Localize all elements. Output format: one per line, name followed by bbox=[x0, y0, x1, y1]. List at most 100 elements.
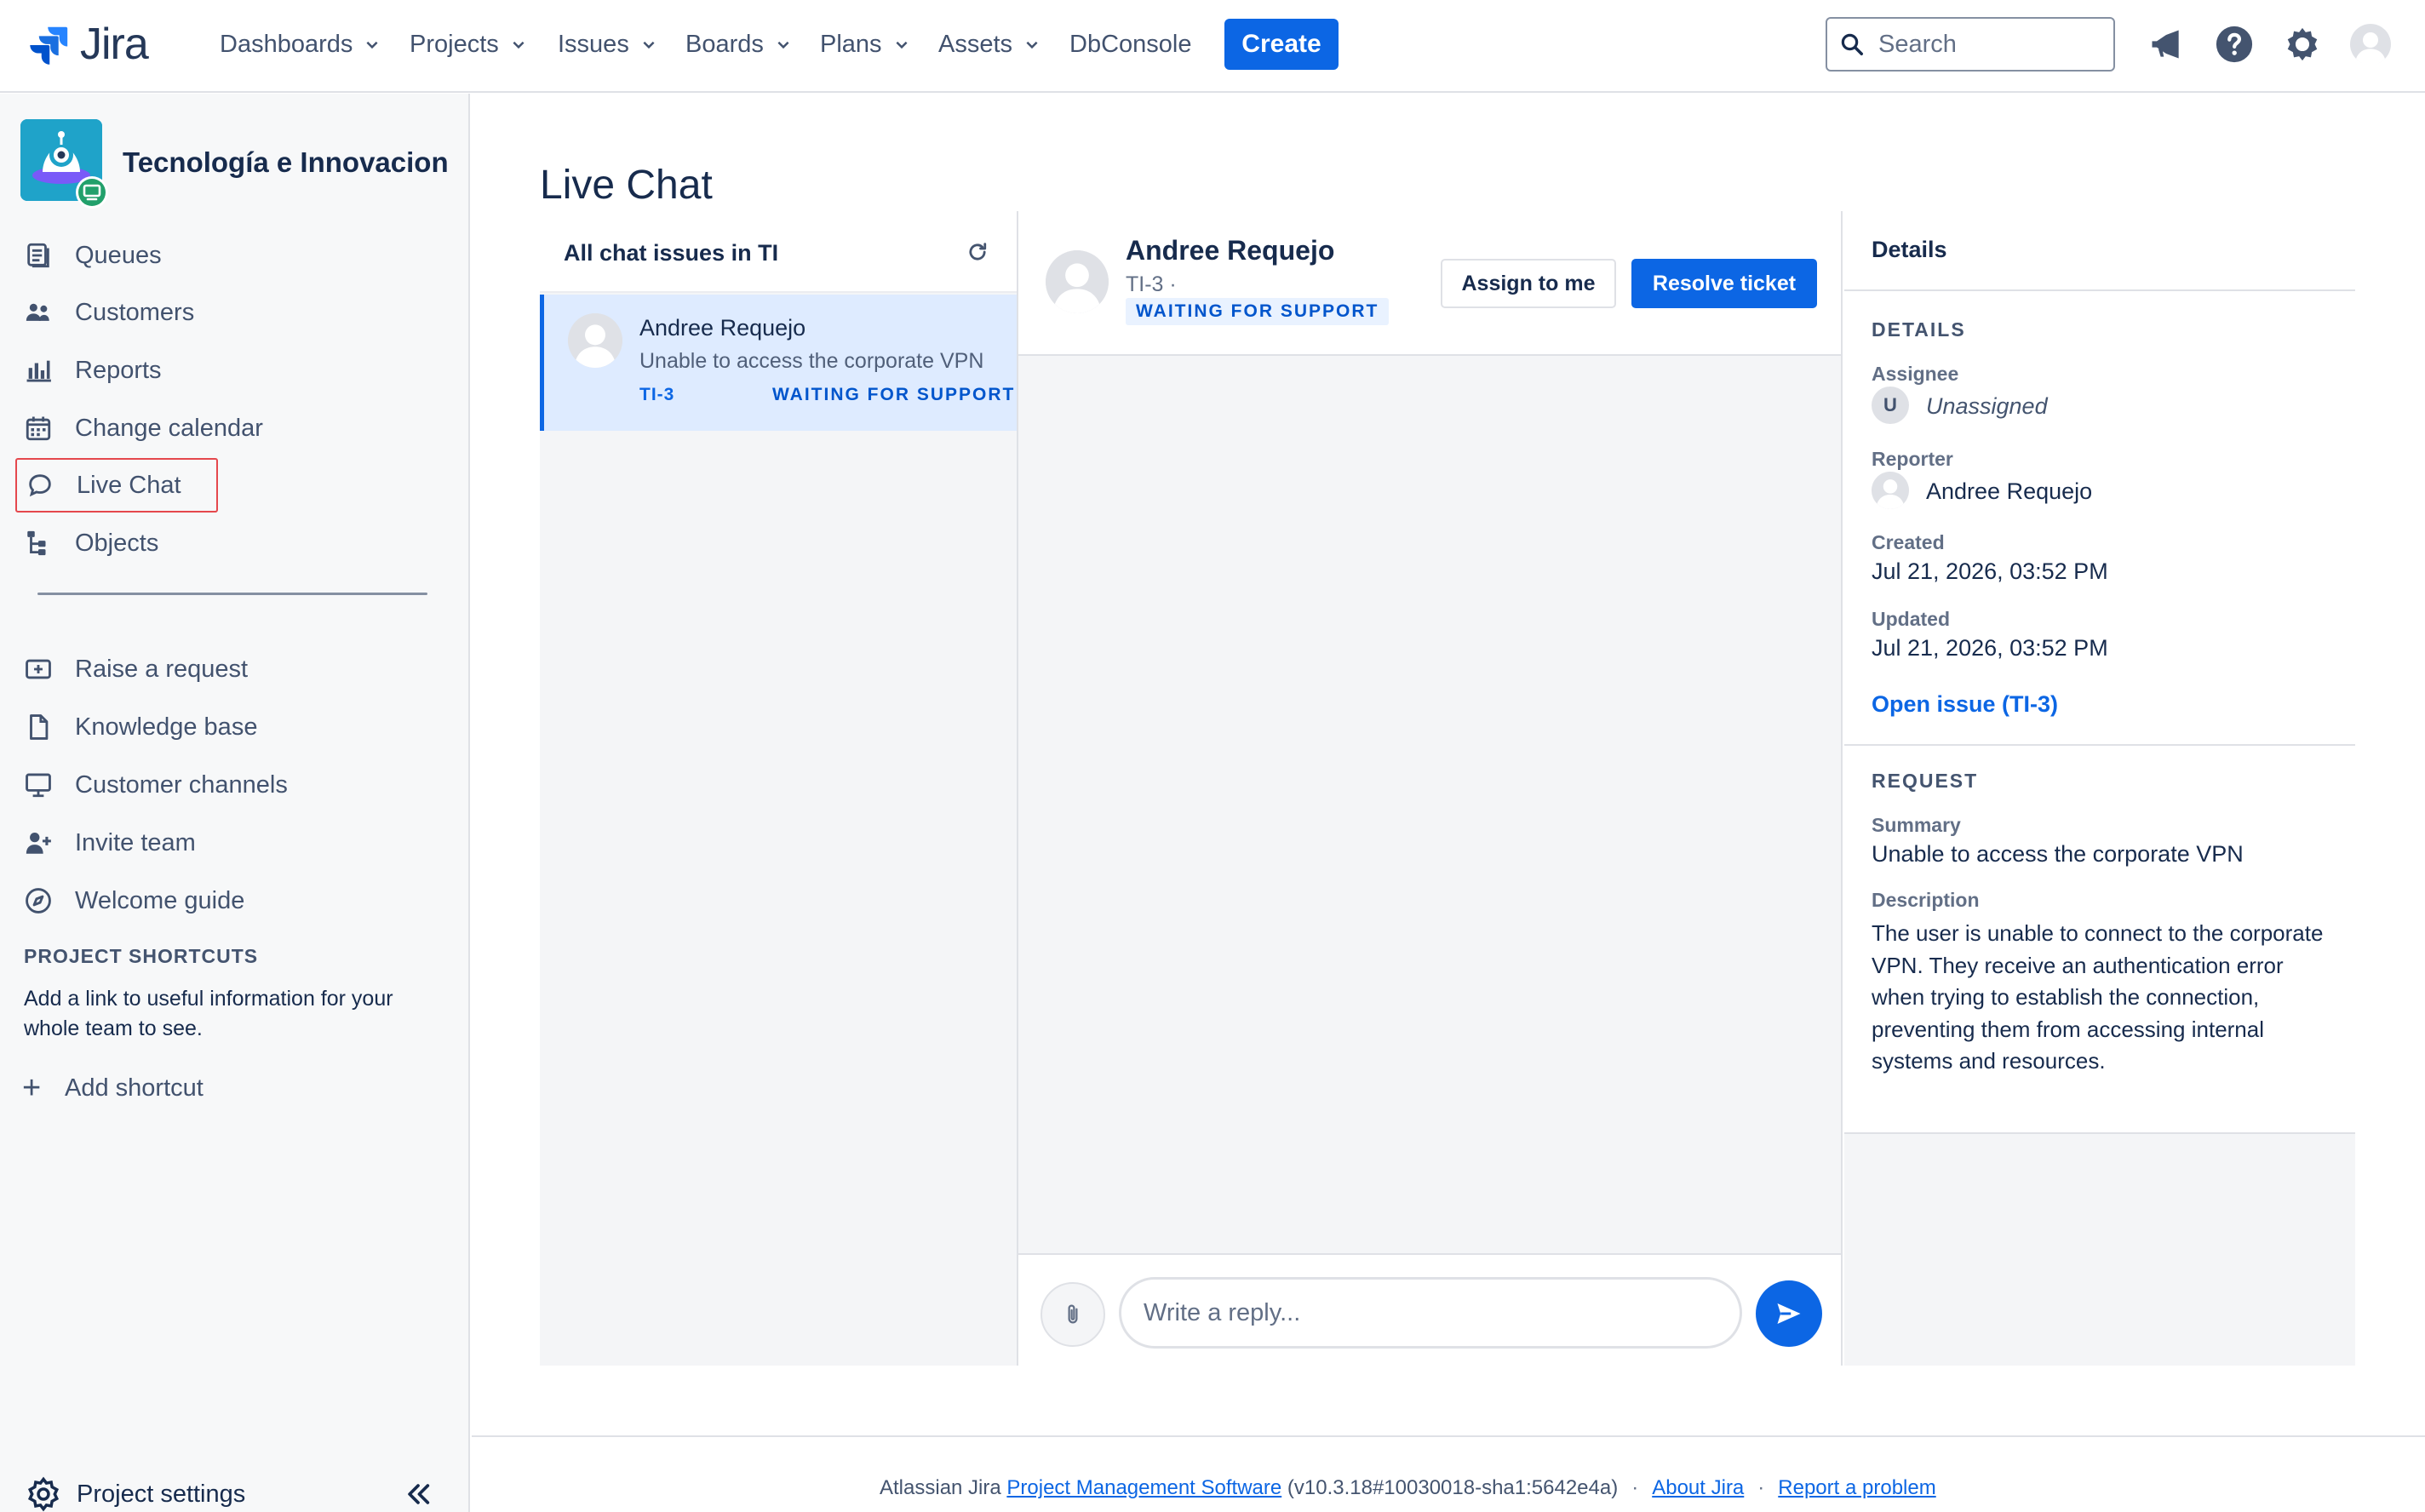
reporter-value: Andree Requejo bbox=[1926, 478, 2093, 504]
resolve-ticket-button[interactable]: Resolve ticket bbox=[1631, 259, 1817, 308]
nav-projects[interactable]: Projects bbox=[410, 26, 526, 63]
reporter-avatar-icon bbox=[1872, 472, 1909, 509]
objects-icon bbox=[15, 526, 63, 560]
customers-icon bbox=[15, 295, 63, 329]
project-name[interactable]: Tecnología e Innovacion bbox=[123, 146, 449, 179]
sidebar-item-objects[interactable]: Objects bbox=[15, 516, 441, 570]
settings-button[interactable] bbox=[2282, 24, 2323, 65]
nav-dbconsole[interactable]: DbConsole bbox=[1069, 26, 1191, 63]
plus-icon: + bbox=[22, 1069, 42, 1106]
monitor-icon bbox=[15, 768, 63, 802]
sidebar-item-label: Knowledge base bbox=[75, 713, 258, 741]
sidebar-item-reports[interactable]: Reports bbox=[15, 343, 441, 398]
details-panel: Details DETAILS Assignee U Unassigned Re… bbox=[1844, 211, 2355, 1366]
assignee-avatar: U bbox=[1872, 387, 1909, 424]
nav-dashboards[interactable]: Dashboards bbox=[220, 26, 380, 63]
refresh-icon bbox=[969, 243, 987, 261]
report-problem-link[interactable]: Report a problem bbox=[1778, 1476, 1935, 1499]
description-value: The user is unable to connect to the cor… bbox=[1872, 920, 2324, 1074]
sidebar-item-raise-request[interactable]: Raise a request bbox=[15, 642, 441, 696]
details-divider bbox=[1844, 744, 2355, 746]
sidebar-item-label: Invite team bbox=[75, 828, 196, 856]
refresh-button[interactable] bbox=[960, 235, 995, 269]
send-button[interactable] bbox=[1756, 1280, 1822, 1347]
sidebar-item-customers[interactable]: Customers bbox=[15, 285, 441, 340]
details-divider bbox=[1844, 289, 2355, 291]
sidebar-item-label: Welcome guide bbox=[75, 886, 245, 914]
nav-boards[interactable]: Boards bbox=[685, 26, 791, 63]
megaphone-icon bbox=[2152, 30, 2179, 59]
footer-prefix: Atlassian Jira bbox=[880, 1476, 1007, 1499]
details-divider bbox=[1844, 1132, 2355, 1134]
notifications-button[interactable] bbox=[2146, 24, 2187, 65]
chat-item-customer-name: Andree Requejo bbox=[639, 315, 806, 341]
sidebar-item-knowledge-base[interactable]: Knowledge base bbox=[15, 700, 441, 754]
sidebar-item-label: Queues bbox=[75, 241, 162, 269]
sidebar-item-label: Reports bbox=[75, 356, 162, 384]
project-avatar[interactable] bbox=[20, 119, 108, 209]
sidebar-divider bbox=[37, 593, 427, 595]
sidebar-item-queues[interactable]: Queues bbox=[15, 228, 441, 283]
search-box[interactable] bbox=[1826, 17, 2115, 72]
open-issue-link[interactable]: Open issue (TI-3) bbox=[1872, 691, 2058, 718]
about-jira-link[interactable]: About Jira bbox=[1652, 1476, 1744, 1499]
nav-plans-label: Plans bbox=[820, 30, 882, 58]
sidebar-item-label: Objects bbox=[75, 529, 159, 557]
nav-assets[interactable]: Assets bbox=[938, 26, 1040, 63]
service-project-badge-icon bbox=[76, 176, 108, 209]
nav-boards-label: Boards bbox=[685, 30, 764, 58]
calendar-icon bbox=[15, 411, 63, 445]
help-button[interactable] bbox=[2214, 24, 2255, 65]
status-badge: WAITING FOR SUPPORT bbox=[1126, 298, 1390, 325]
live-chat-panel: All chat issues in TI Andree Requejo Una… bbox=[540, 211, 2355, 1366]
help-icon bbox=[2216, 26, 2253, 63]
assign-to-me-button[interactable]: Assign to me bbox=[1441, 259, 1616, 308]
search-input[interactable] bbox=[1878, 30, 2108, 59]
conversation-panel: Andree Requejo TI-3 · WAITING FOR SUPPOR… bbox=[1018, 211, 1843, 1366]
raise-request-icon bbox=[15, 652, 63, 686]
double-chevron-left-icon bbox=[408, 1484, 430, 1504]
details-title: Details bbox=[1872, 237, 1947, 262]
sidebar-item-welcome-guide[interactable]: Welcome guide bbox=[15, 873, 441, 928]
description-label: Description bbox=[1872, 889, 1980, 911]
conversation-issue-key: TI-3 · bbox=[1126, 272, 1177, 296]
nav-assets-label: Assets bbox=[938, 30, 1013, 58]
reply-input[interactable] bbox=[1119, 1277, 1742, 1349]
nav-issues[interactable]: Issues bbox=[558, 26, 656, 63]
project-settings-item[interactable]: Project settings bbox=[0, 1464, 470, 1512]
user-avatar-icon bbox=[2350, 24, 2391, 65]
jira-logo[interactable]: Jira bbox=[27, 20, 149, 69]
chevron-down-icon bbox=[643, 41, 655, 49]
paperclip-icon bbox=[1068, 1304, 1078, 1324]
chevron-down-icon bbox=[366, 41, 378, 49]
footer-pm-link[interactable]: Project Management Software bbox=[1006, 1476, 1281, 1499]
chat-list-header: All chat issues in TI bbox=[540, 211, 1017, 293]
footer-text: Atlassian Jira Project Management Softwa… bbox=[880, 1476, 1936, 1500]
profile-button[interactable] bbox=[2350, 24, 2391, 65]
updated-label: Updated bbox=[1872, 608, 1950, 630]
reports-icon bbox=[15, 353, 63, 387]
sidebar-item-live-chat[interactable]: Live Chat bbox=[15, 458, 218, 513]
jira-wordmark: Jira bbox=[80, 20, 149, 69]
sidebar-item-customer-channels[interactable]: Customer channels bbox=[15, 758, 441, 812]
sidebar-item-label: Raise a request bbox=[75, 655, 249, 683]
send-icon bbox=[1777, 1303, 1801, 1324]
sidebar-item-change-calendar[interactable]: Change calendar bbox=[15, 401, 441, 455]
collapse-sidebar-button[interactable] bbox=[400, 1476, 436, 1512]
page-footer: Atlassian Jira Project Management Softwa… bbox=[472, 1435, 2425, 1512]
attach-button[interactable] bbox=[1041, 1282, 1105, 1347]
chevron-down-icon bbox=[513, 41, 525, 49]
chat-list-item[interactable]: Andree Requejo Unable to access the corp… bbox=[540, 295, 1017, 431]
settings-gear-icon bbox=[27, 1476, 60, 1512]
nav-plans[interactable]: Plans bbox=[820, 26, 909, 63]
summary-value: Unable to access the corporate VPN bbox=[1872, 841, 2244, 867]
page-icon bbox=[15, 710, 63, 744]
assignee-value[interactable]: Unassigned bbox=[1926, 393, 2048, 420]
conversation-customer-name: Andree Requejo bbox=[1126, 235, 1335, 266]
sidebar-item-invite-team[interactable]: Invite team bbox=[15, 816, 441, 870]
add-shortcut-button[interactable]: + Add shortcut bbox=[22, 1062, 204, 1114]
create-button[interactable]: Create bbox=[1224, 19, 1339, 70]
created-label: Created bbox=[1872, 531, 1945, 553]
reply-bar bbox=[1018, 1253, 1841, 1366]
add-shortcut-label: Add shortcut bbox=[65, 1074, 204, 1102]
